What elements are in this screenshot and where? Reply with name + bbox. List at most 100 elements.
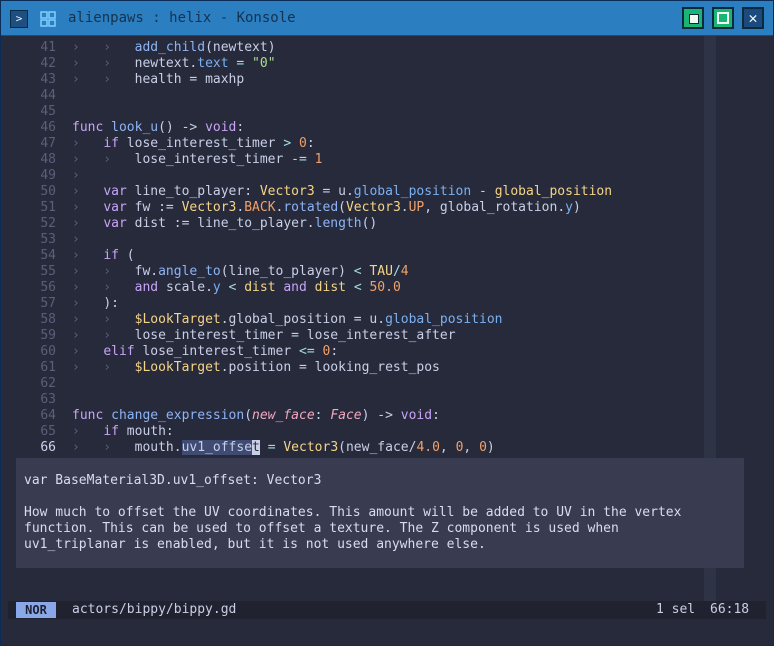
line-text: › var dist := line_to_player.length() xyxy=(72,216,377,232)
line-number: 59 xyxy=(40,328,56,343)
code-token: 4 xyxy=(400,264,409,279)
code-line[interactable]: 51 › var fw := Vector3.BACK.rotated(Vecto… xyxy=(8,200,758,216)
code-line[interactable]: 43 › › health = maxhp xyxy=(8,72,758,88)
window-menu-button[interactable]: > xyxy=(10,10,28,28)
code-token: elif xyxy=(103,344,143,359)
code-token: func xyxy=(72,120,112,135)
code-token: 4.0 xyxy=(416,440,440,455)
code-token: UP xyxy=(408,200,425,215)
code-token: › xyxy=(72,248,104,263)
code-line[interactable]: 46 func look_u() -> void: xyxy=(8,120,758,136)
line-text: › › lose_interest_timer = lose_interest_… xyxy=(72,328,456,344)
line-text: func look_u() -> void: xyxy=(72,120,244,136)
code-token: TAU xyxy=(369,264,393,279)
minimize-button[interactable] xyxy=(682,7,704,29)
selection: uv1_offse xyxy=(181,440,253,455)
code-token: , xyxy=(463,440,480,455)
code-line[interactable]: 62 xyxy=(8,376,758,392)
code-token: global_position xyxy=(494,184,613,199)
code-line[interactable]: 63 xyxy=(8,392,758,408)
code-token: ): xyxy=(103,296,119,311)
code-line[interactable]: 58 › › $LookTarget.global_position = u.gl… xyxy=(8,312,758,328)
line-text: › › and scale.y < dist and dist < 50.0 xyxy=(72,280,401,296)
code-line[interactable]: 52 › var dist := line_to_player.length() xyxy=(8,216,758,232)
line-number: 44 xyxy=(40,88,56,103)
line-number: 57 xyxy=(40,296,56,311)
line-text: › if ( xyxy=(72,248,135,264)
code-token: : xyxy=(236,120,245,135)
code-token: = xyxy=(228,56,253,71)
code-line[interactable]: 54 › if ( xyxy=(8,248,758,264)
code-token: line_to_player: xyxy=(134,184,260,199)
code-token: mouth. xyxy=(134,440,182,455)
code-token: = xyxy=(259,440,284,455)
code-line[interactable]: 57 › ): xyxy=(8,296,758,312)
maximize-button[interactable] xyxy=(712,7,734,29)
code-token: 0 xyxy=(479,440,487,455)
code-token: › › xyxy=(72,280,135,295)
code-line[interactable]: 42 › › newtext.text = "0" xyxy=(8,56,758,72)
code-line[interactable]: 41 › › add_child(newtext) xyxy=(8,40,758,56)
code-token: .position = looking_rest_pos xyxy=(220,360,440,375)
code-line[interactable]: 44 xyxy=(8,88,758,104)
code-line[interactable]: 47 › if lose_interest_timer > 0: xyxy=(8,136,758,152)
code-token: if xyxy=(103,424,127,439)
code-token: dist := line_to_player. xyxy=(134,216,315,231)
line-number: 61 xyxy=(40,360,56,375)
code-line[interactable]: 45 xyxy=(8,104,758,120)
code-line[interactable]: 64 func change_expression(new_face: Face)… xyxy=(8,408,758,424)
code-token: - xyxy=(471,184,495,199)
code-token: › › xyxy=(72,40,135,55)
line-number: 55 xyxy=(40,264,56,279)
code-token: (line_to_player) xyxy=(220,264,354,279)
line-number: 62 xyxy=(40,376,56,391)
code-token: › › xyxy=(72,328,135,343)
line-number: 43 xyxy=(40,72,56,87)
code-line[interactable]: 50 › var line_to_player: Vector3 = u.glob… xyxy=(8,184,758,200)
code-token: and xyxy=(283,280,315,295)
code-line[interactable]: 66 › › mouth.uv1_offset = Vector3(new_fac… xyxy=(8,440,758,456)
code-token: › › xyxy=(72,440,135,455)
text-cursor: t xyxy=(252,440,260,455)
code-token: › › xyxy=(72,264,135,279)
code-line[interactable]: 48 › › lose_interest_timer -= 1 xyxy=(8,152,758,168)
code-token: < xyxy=(220,280,245,295)
code-token: Vector3 xyxy=(259,184,315,199)
code-line[interactable]: 59 › › lose_interest_timer = lose_interes… xyxy=(8,328,758,344)
code-line[interactable]: 60 › elif lose_interest_timer <= 0: xyxy=(8,344,758,360)
code-view[interactable]: 41 › › add_child(newtext) 42 › › newtext.te… xyxy=(8,40,758,456)
line-number: 65 xyxy=(40,424,56,439)
hover-doc-line: How much to offset the UV coordinates. T… xyxy=(24,505,682,520)
konsole-window: > alienpaws : helix - Konsole ✕ 41 › › ad… xyxy=(0,0,774,646)
line-number: 42 xyxy=(40,56,56,71)
code-line[interactable]: 55 › › fw.angle_to(line_to_player) < TAU/… xyxy=(8,264,758,280)
title-bar[interactable]: > alienpaws : helix - Konsole ✕ xyxy=(1,1,773,36)
code-token: / xyxy=(392,264,401,279)
line-text: › xyxy=(72,232,80,248)
code-token: new_face xyxy=(252,408,315,423)
mode-badge: NOR xyxy=(16,602,56,618)
close-button[interactable]: ✕ xyxy=(742,7,764,29)
code-token: length xyxy=(314,216,362,231)
line-number: 51 xyxy=(40,200,56,215)
code-token: ( xyxy=(338,200,346,215)
code-token: and xyxy=(134,280,166,295)
helix-editor[interactable]: 41 › › add_child(newtext) 42 › › newtext.te… xyxy=(8,36,766,601)
code-token: scale. xyxy=(165,280,213,295)
line-text: › if mouth: xyxy=(72,424,174,440)
hover-doc-line: uv1_triplanar is enabled, but it is not … xyxy=(24,537,486,552)
code-line[interactable]: 49 › xyxy=(8,168,758,184)
code-line[interactable]: 53 › xyxy=(8,232,758,248)
line-text: › › $LookTarget.global_position = u.glob… xyxy=(72,312,503,328)
code-line[interactable]: 56 › › and scale.y < dist and dist < 50.0 xyxy=(8,280,758,296)
code-token: ( xyxy=(244,408,253,423)
code-token: < xyxy=(353,264,370,279)
command-line[interactable] xyxy=(1,620,773,645)
code-token: void xyxy=(400,408,433,423)
line-text: › var fw := Vector3.BACK.rotated(Vector3… xyxy=(72,200,581,216)
line-text: func change_expression(new_face: Face) -… xyxy=(72,408,440,424)
code-line[interactable]: 65 › if mouth: xyxy=(8,424,758,440)
line-number: 60 xyxy=(40,344,56,359)
code-token: › xyxy=(72,216,104,231)
code-line[interactable]: 61 › › $LookTarget.position = looking_res… xyxy=(8,360,758,376)
